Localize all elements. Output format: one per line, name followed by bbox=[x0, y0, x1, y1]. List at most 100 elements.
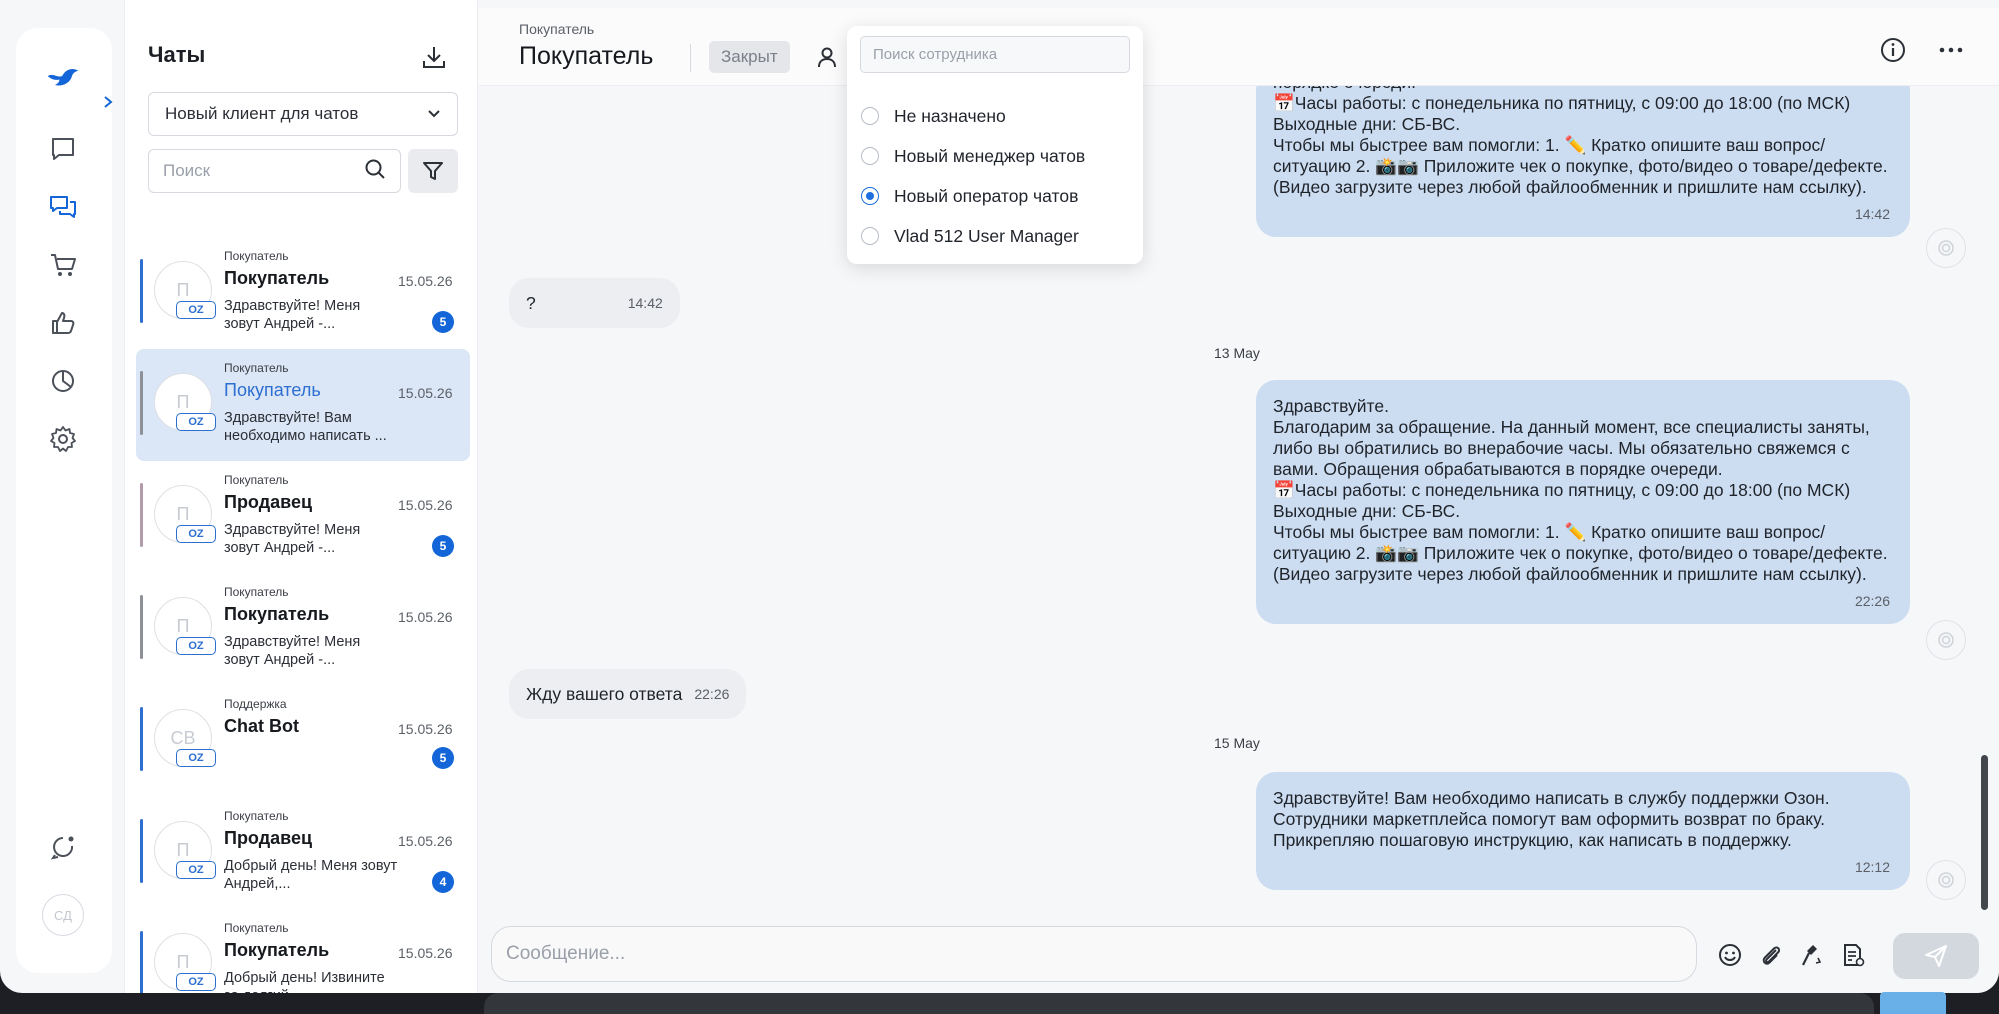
attach-icon[interactable] bbox=[1756, 940, 1786, 970]
thumbs-up-icon[interactable] bbox=[46, 306, 80, 340]
assignee-option[interactable]: Vlad 512 User Manager bbox=[861, 223, 1079, 249]
read-status-icon bbox=[1926, 620, 1966, 660]
unread-badge: 5 bbox=[432, 311, 454, 333]
date-separator: 13 May bbox=[1214, 345, 1260, 361]
chat-name: Покупатель bbox=[224, 940, 330, 960]
cart-icon[interactable] bbox=[46, 248, 80, 282]
chat-role: Покупатель bbox=[224, 361, 289, 375]
chat-date: 15.05.26 bbox=[398, 721, 453, 737]
search-icon[interactable] bbox=[364, 158, 386, 185]
marketplace-badge: OZ bbox=[176, 973, 216, 991]
filter-button[interactable] bbox=[408, 149, 458, 193]
marketplace-badge: OZ bbox=[176, 861, 216, 879]
chat-list-item[interactable]: П OZ Покупатель Покупатель 15.05.26 Здра… bbox=[136, 573, 470, 685]
refresh-chat-icon[interactable] bbox=[46, 830, 80, 864]
message-text: порядке очереди. 📅Часы работы: с понедел… bbox=[1273, 72, 1888, 197]
header-subtitle: Покупатель bbox=[519, 21, 595, 37]
chat-list-item[interactable]: CB OZ Поддержка Chat Bot 15.05.26 5 bbox=[136, 685, 470, 797]
marketplace-badge: OZ bbox=[176, 749, 216, 767]
outgoing-message: Здравствуйте. Благодарим за обращение. Н… bbox=[1256, 380, 1910, 624]
chevron-down-icon bbox=[427, 104, 441, 124]
send-button[interactable] bbox=[1893, 933, 1979, 979]
message-time: 14:42 bbox=[627, 295, 663, 311]
read-status-icon bbox=[1926, 860, 1966, 900]
chat-list: П OZ Покупатель Покупатель 15.05.26 Здра… bbox=[136, 237, 470, 993]
chat-role: Покупатель bbox=[224, 809, 289, 823]
conversation-panel: порядке очереди. 📅Часы работы: с понедел… bbox=[479, 0, 1999, 993]
download-icon[interactable] bbox=[416, 39, 452, 75]
chevron-right-icon[interactable] bbox=[98, 92, 118, 112]
chat-role: Покупатель bbox=[224, 249, 289, 263]
conversation-header: Покупатель Покупатель Закрыт bbox=[479, 8, 1999, 86]
assignee-option[interactable]: Новый менеджер чатов bbox=[861, 143, 1085, 169]
chat-square-icon[interactable] bbox=[46, 132, 80, 166]
chat-preview: Добрый день! Меня зовут Андрей,... bbox=[224, 858, 398, 892]
date-separator: 15 May bbox=[1214, 735, 1260, 751]
messages-scrollbar[interactable] bbox=[1981, 755, 1988, 910]
chat-search[interactable] bbox=[148, 149, 401, 193]
outgoing-message: порядке очереди. 📅Часы работы: с понедел… bbox=[1256, 70, 1910, 237]
emoji-icon[interactable] bbox=[1715, 940, 1745, 970]
info-icon[interactable] bbox=[1879, 36, 1907, 69]
message-input[interactable] bbox=[506, 943, 1656, 965]
quick-reply-icon[interactable] bbox=[1797, 940, 1827, 970]
chat-preview: Здравствуйте! Меня зовут Андрей -... bbox=[224, 298, 361, 332]
chat-list-item[interactable]: П OZ Покупатель Покупатель 15.05.26 Здра… bbox=[136, 237, 470, 349]
assign-user-icon[interactable] bbox=[815, 45, 839, 74]
message-composer[interactable] bbox=[491, 926, 1697, 982]
bird-logo-icon[interactable] bbox=[46, 60, 80, 94]
radio-button-checked[interactable] bbox=[861, 187, 879, 205]
employee-search[interactable] bbox=[860, 36, 1130, 73]
unread-badge: 5 bbox=[432, 747, 454, 769]
pie-chart-icon[interactable] bbox=[46, 364, 80, 398]
employee-search-input[interactable] bbox=[873, 46, 1117, 63]
chat-list-panel: Чаты Новый клиент для чатов П OZ Покупат… bbox=[124, 0, 478, 993]
chat-role: Поддержка bbox=[224, 697, 287, 711]
send-icon bbox=[1925, 945, 1947, 967]
chat-date: 15.05.26 bbox=[398, 945, 453, 961]
marketplace-badge: OZ bbox=[176, 525, 216, 543]
user-avatar[interactable]: СД bbox=[42, 894, 84, 936]
app-window: СД Чаты Новый клиент для чатов Поиск П O… bbox=[0, 0, 1999, 993]
client-select[interactable]: Новый клиент для чатов bbox=[148, 92, 458, 136]
incoming-message: ? 14:42 bbox=[509, 278, 680, 328]
chat-role: Покупатель bbox=[224, 921, 289, 935]
client-select-value: Новый клиент для чатов bbox=[165, 104, 359, 123]
chats-icon[interactable] bbox=[46, 190, 80, 224]
assignee-option-label: Не назначено bbox=[894, 105, 1006, 126]
templates-icon[interactable] bbox=[1838, 940, 1868, 970]
chat-date: 15.05.26 bbox=[398, 273, 453, 289]
more-options-icon[interactable] bbox=[1937, 36, 1965, 69]
radio-button[interactable] bbox=[861, 107, 879, 125]
assignee-option-label: Новый менеджер чатов bbox=[894, 145, 1086, 166]
assignee-option-label: Новый оператор чатов bbox=[894, 185, 1079, 206]
folder-icon[interactable] bbox=[1880, 992, 1946, 1014]
chat-name: Покупатель bbox=[224, 268, 330, 288]
chat-list-item[interactable]: П OZ Покупатель Покупатель 15.05.26 Добр… bbox=[136, 909, 470, 993]
assignee-option-label: Vlad 512 User Manager bbox=[894, 225, 1079, 246]
message-time: 14:42 bbox=[1854, 206, 1890, 222]
message-time: 22:26 bbox=[1854, 593, 1890, 609]
chat-name: Покупатель bbox=[224, 380, 321, 400]
radio-button[interactable] bbox=[861, 147, 879, 165]
chat-list-item[interactable]: П OZ Покупатель Продавец 15.05.26 Здравс… bbox=[136, 461, 470, 573]
assignee-dropdown: Не назначено Новый менеджер чатов Новый … bbox=[847, 26, 1143, 264]
status-badge[interactable]: Закрыт bbox=[709, 41, 790, 73]
icon-rail: СД bbox=[16, 28, 112, 973]
header-title: Покупатель bbox=[519, 42, 654, 70]
chat-list-item[interactable]: П OZ Покупатель Продавец 15.05.26 Добрый… bbox=[136, 797, 470, 909]
chat-name: Продавец bbox=[224, 492, 313, 512]
assignee-option[interactable]: Не назначено bbox=[861, 103, 1006, 129]
chat-search-input[interactable] bbox=[163, 161, 343, 181]
chat-list-title: Чаты bbox=[148, 42, 206, 67]
radio-button[interactable] bbox=[861, 227, 879, 245]
message-time: 22:26 bbox=[694, 686, 730, 702]
chat-list-item-active[interactable]: П OZ Покупатель Покупатель 15.05.26 Здра… bbox=[136, 349, 470, 461]
incoming-message: Жду вашего ответа 22:26 bbox=[509, 669, 747, 719]
gear-icon[interactable] bbox=[46, 422, 80, 456]
message-list: порядке очереди. 📅Часы работы: с понедел… bbox=[479, 70, 1999, 916]
message-text: Жду вашего ответа bbox=[526, 683, 683, 704]
chat-preview: Здравствуйте! Меня зовут Андрей -... bbox=[224, 522, 361, 556]
assignee-option-selected[interactable]: Новый оператор чатов bbox=[861, 183, 1078, 209]
taskbar bbox=[484, 993, 1874, 1014]
